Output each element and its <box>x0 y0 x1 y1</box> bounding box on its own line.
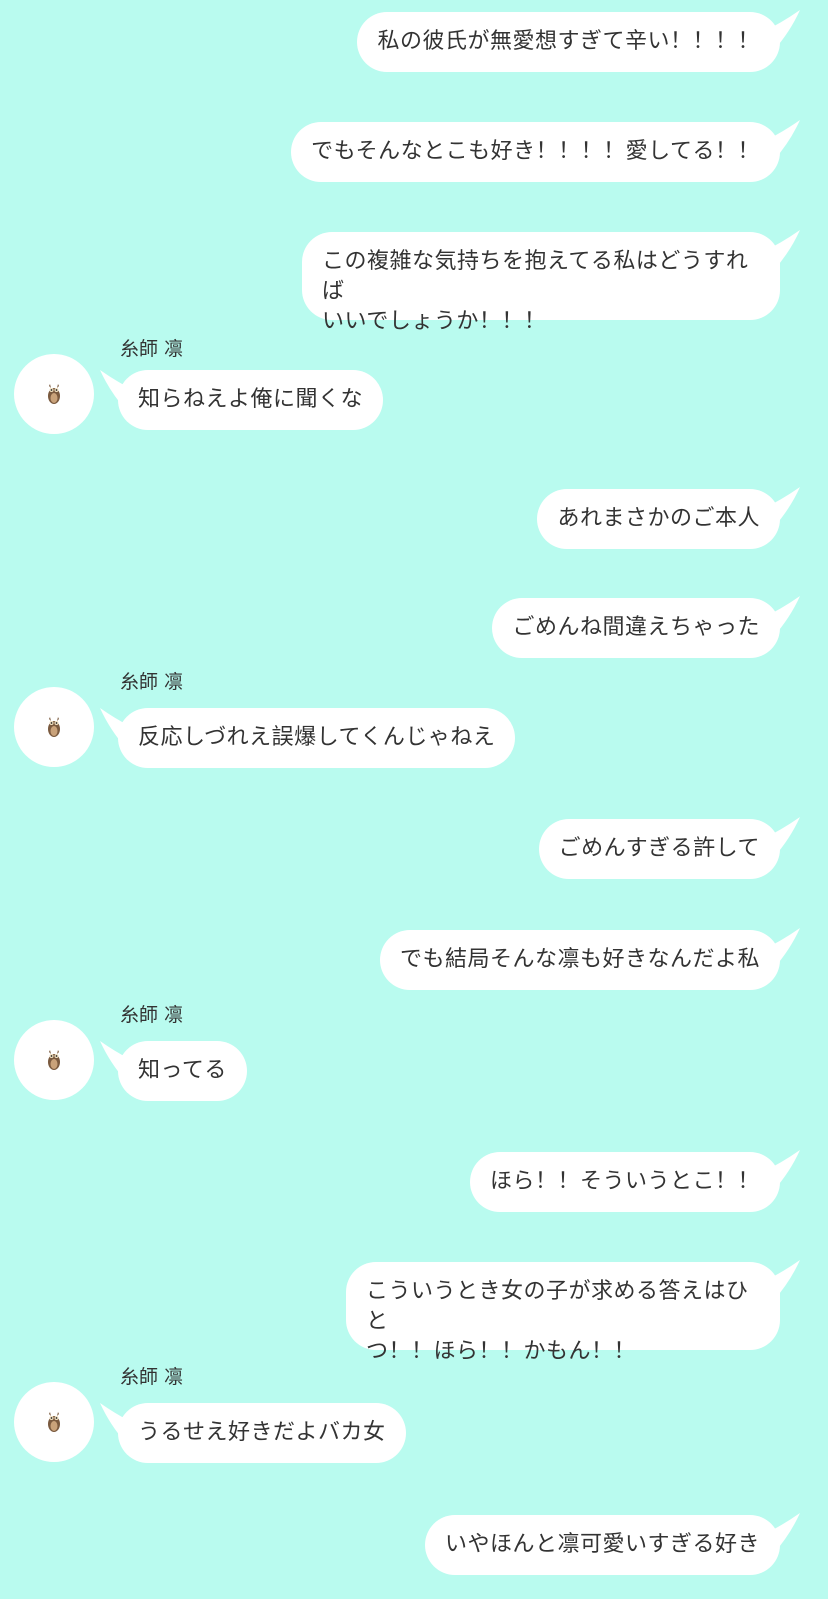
message-bubble: 知らねえよ俺に聞くな <box>118 370 384 430</box>
message-bubble: この複雑な気持ちを抱えてる私はどうすれば いいでしょうか！！！ <box>302 232 780 334</box>
owl-icon <box>48 1050 60 1070</box>
message-bubble: ごめんね間違えちゃった <box>492 598 780 658</box>
message-bubble: 私の彼氏が無愛想すぎて辛い！！！！ <box>357 12 780 72</box>
avatar[interactable] <box>14 354 94 434</box>
avatar[interactable] <box>14 687 94 767</box>
message-bubble: ごめんすぎる許して <box>538 819 780 879</box>
sender-name: 糸師 凛 <box>120 671 184 693</box>
message-bubble: あれまさかのご本人 <box>537 489 780 549</box>
message-bubble: 反応しづれえ誤爆してくんじゃねえ <box>118 708 516 768</box>
message-bubble: ほら！！そういうとこ！！ <box>469 1152 780 1212</box>
message-bubble: こういうとき女の子が求める答えはひと つ！！ほら！！かもん！！ <box>346 1262 780 1364</box>
avatar[interactable] <box>14 1382 94 1462</box>
message-bubble: うるせえ好きだよバカ女 <box>118 1403 406 1463</box>
avatar[interactable] <box>14 1020 94 1100</box>
sender-name: 糸師 凛 <box>120 1366 184 1388</box>
sender-name: 糸師 凛 <box>120 1004 184 1026</box>
sender-name: 糸師 凛 <box>120 338 184 360</box>
message-bubble: いやほんと凛可愛いすぎる好き <box>424 1515 780 1575</box>
owl-icon <box>48 717 60 737</box>
owl-icon <box>48 384 60 404</box>
owl-icon <box>48 1412 60 1432</box>
chat-log: 私の彼氏が無愛想すぎて辛い！！！！ でもそんなとこも好き！！！！愛してる！！ こ… <box>0 0 828 1599</box>
message-bubble: でも結局そんな凛も好きなんだよ私 <box>379 930 780 990</box>
message-bubble: でもそんなとこも好き！！！！愛してる！！ <box>291 122 780 182</box>
message-bubble: 知ってる <box>118 1041 247 1101</box>
